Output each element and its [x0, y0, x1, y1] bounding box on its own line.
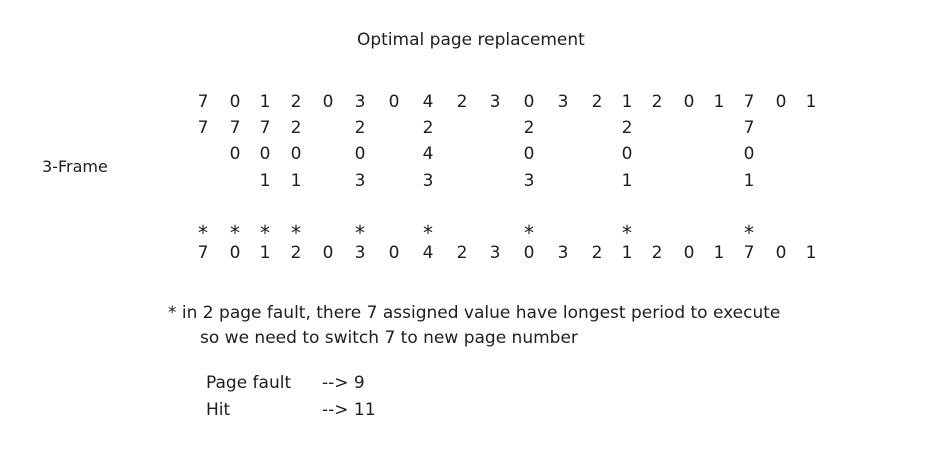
frame-2-cell-2: 0 — [229, 144, 241, 164]
frame-1-cell-4: 2 — [290, 118, 302, 138]
reference-string-repeat-row: 70120304230321201701 — [0, 243, 944, 267]
ref-cell-13: 2 — [591, 92, 603, 112]
ref-cell-7: 0 — [388, 92, 400, 112]
ref-repeat-cell-20: 1 — [805, 243, 817, 263]
frame-1-cell-3: 7 — [259, 118, 271, 138]
ref-repeat-cell-16: 0 — [683, 243, 695, 263]
frame-1-row: 777222227 — [0, 118, 944, 142]
frame-1-cell-8: 2 — [422, 118, 434, 138]
ref-repeat-cell-15: 2 — [651, 243, 663, 263]
ref-repeat-cell-8: 4 — [422, 243, 434, 263]
ref-repeat-cell-7: 0 — [388, 243, 400, 263]
frame-3-cell-18: 1 — [743, 171, 755, 191]
frame-2-cell-18: 0 — [743, 144, 755, 164]
ref-cell-19: 0 — [775, 92, 787, 112]
ref-repeat-cell-4: 2 — [290, 243, 302, 263]
ref-repeat-cell-3: 1 — [259, 243, 271, 263]
ref-repeat-cell-19: 0 — [775, 243, 787, 263]
frame-3-cell-8: 3 — [422, 171, 434, 191]
ref-cell-15: 2 — [651, 92, 663, 112]
frame-3-cell-11: 3 — [523, 171, 535, 191]
fault-marker-8: * — [423, 221, 433, 245]
ref-cell-1: 7 — [197, 92, 209, 112]
fault-marker-1: * — [198, 221, 208, 245]
ref-cell-5: 0 — [322, 92, 334, 112]
ref-repeat-cell-6: 3 — [354, 243, 366, 263]
frame-2-row: 00004000 — [0, 144, 944, 168]
frame-3-cell-3: 1 — [259, 171, 271, 191]
frame-3-cell-6: 3 — [354, 171, 366, 191]
explanation-line-2: so we need to switch 7 to new page numbe… — [200, 328, 578, 348]
frame-3-cell-14: 1 — [621, 171, 633, 191]
hit-label: Hit — [206, 400, 231, 420]
ref-repeat-cell-14: 1 — [621, 243, 633, 263]
frame-1-cell-14: 2 — [621, 118, 633, 138]
ref-repeat-cell-5: 0 — [322, 243, 334, 263]
fault-marker-4: * — [291, 221, 301, 245]
diagram-title: Optimal page replacement — [357, 30, 585, 50]
ref-cell-4: 2 — [290, 92, 302, 112]
fault-marker-2: * — [230, 221, 240, 245]
frame-2-cell-6: 0 — [354, 144, 366, 164]
fault-marker-11: * — [524, 221, 534, 245]
ref-cell-6: 3 — [354, 92, 366, 112]
ref-repeat-cell-1: 7 — [197, 243, 209, 263]
ref-cell-16: 0 — [683, 92, 695, 112]
frame-2-cell-8: 4 — [422, 144, 434, 164]
frame-2-cell-3: 0 — [259, 144, 271, 164]
ref-repeat-cell-13: 2 — [591, 243, 603, 263]
ref-repeat-cell-2: 0 — [229, 243, 241, 263]
ref-cell-20: 1 — [805, 92, 817, 112]
ref-cell-18: 7 — [743, 92, 755, 112]
explanation-line-1: * in 2 page fault, there 7 assigned valu… — [168, 303, 781, 323]
ref-repeat-cell-18: 7 — [743, 243, 755, 263]
fault-marker-14: * — [622, 221, 632, 245]
frame-1-cell-1: 7 — [197, 118, 209, 138]
fault-marker-18: * — [744, 221, 754, 245]
page-fault-value: --> 9 — [322, 373, 365, 393]
fault-marker-6: * — [355, 221, 365, 245]
frame-1-cell-6: 2 — [354, 118, 366, 138]
ref-repeat-cell-12: 3 — [557, 243, 569, 263]
ref-cell-12: 3 — [557, 92, 569, 112]
ref-cell-2: 0 — [229, 92, 241, 112]
frame-1-cell-11: 2 — [523, 118, 535, 138]
hit-value: --> 11 — [322, 400, 376, 420]
frame-1-cell-18: 7 — [743, 118, 755, 138]
frame-1-cell-2: 7 — [229, 118, 241, 138]
ref-repeat-cell-9: 2 — [456, 243, 468, 263]
frame-2-cell-14: 0 — [621, 144, 633, 164]
ref-cell-3: 1 — [259, 92, 271, 112]
ref-cell-17: 1 — [713, 92, 725, 112]
ref-repeat-cell-11: 0 — [523, 243, 535, 263]
ref-repeat-cell-10: 3 — [489, 243, 501, 263]
fault-marker-3: * — [260, 221, 270, 245]
ref-cell-14: 1 — [621, 92, 633, 112]
frame-3-row: 1133311 — [0, 171, 944, 195]
page-fault-marker-row: * * * * * * * * * — [0, 221, 944, 245]
ref-cell-10: 3 — [489, 92, 501, 112]
frame-2-cell-11: 0 — [523, 144, 535, 164]
ref-cell-8: 4 — [422, 92, 434, 112]
frame-2-cell-4: 0 — [290, 144, 302, 164]
ref-cell-9: 2 — [456, 92, 468, 112]
reference-string-row: 70120304230321201701 — [0, 92, 944, 116]
ref-cell-11: 0 — [523, 92, 535, 112]
page-fault-label: Page fault — [206, 373, 292, 393]
frame-3-cell-4: 1 — [290, 171, 302, 191]
ref-repeat-cell-17: 1 — [713, 243, 725, 263]
